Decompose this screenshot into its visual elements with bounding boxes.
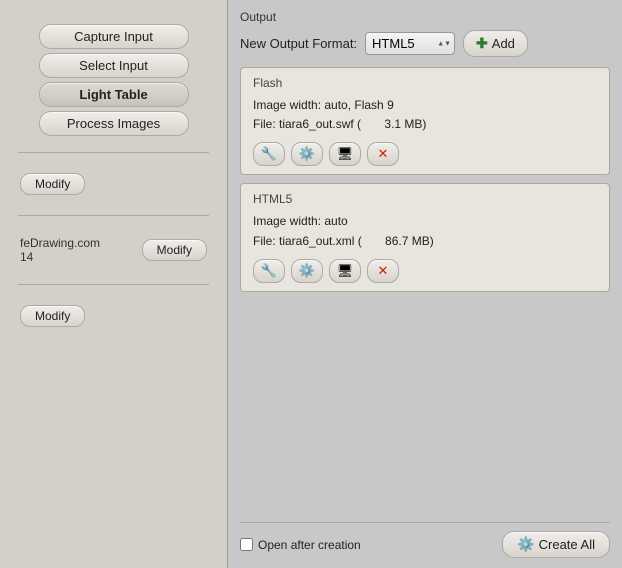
flash-section: Flash Image width: auto, Flash 9 File: t…: [240, 67, 610, 175]
create-icon: ⚙️: [517, 536, 534, 553]
capture-input-button[interactable]: Capture Input: [39, 24, 189, 49]
output-label: Output: [240, 10, 610, 24]
select-input-button[interactable]: Select Input: [39, 53, 189, 78]
flash-image-width: Image width: auto, Flash 9: [253, 96, 597, 115]
divider-2: [18, 215, 209, 216]
divider-3: [18, 284, 209, 285]
flash-file-line: File: tiara6_out.swf ( 3.1 MB): [253, 115, 597, 134]
left-panel: Capture Input Select Input Light Table Proc…: [0, 0, 228, 568]
flash-file-size: 3.1 MB): [384, 117, 426, 131]
format-select-wrapper: HTML5 Flash PDF: [365, 32, 455, 55]
flash-section-title: Flash: [253, 76, 597, 90]
flash-action-buttons: 🔧 ⚙️ 🖥 ✕: [253, 142, 597, 166]
create-all-button[interactable]: ⚙️ Create All: [502, 531, 610, 558]
add-button[interactable]: ✚ Add: [463, 30, 528, 57]
new-output-label: New Output Format:: [240, 36, 357, 51]
html5-file-line: File: tiara6_out.xml ( 86.7 MB): [253, 232, 597, 251]
section-3-row: Modify: [20, 305, 207, 327]
add-icon: ✚: [476, 35, 488, 52]
open-after-label: Open after creation: [258, 538, 361, 552]
new-output-row: New Output Format: HTML5 Flash PDF ✚ Add: [240, 30, 610, 57]
create-all-label: Create All: [539, 537, 595, 552]
html5-gear-button[interactable]: ⚙️: [291, 259, 323, 283]
flash-monitor-button[interactable]: 🖥: [329, 142, 361, 166]
html5-image-width: Image width: auto: [253, 212, 597, 231]
open-after-row: Open after creation: [240, 538, 361, 552]
html5-wrench-button[interactable]: 🔧: [253, 259, 285, 283]
html5-file-text: File: tiara6_out.xml (: [253, 234, 362, 248]
html5-delete-button[interactable]: ✕: [367, 259, 399, 283]
divider-1: [18, 152, 209, 153]
section-1-row: Modify: [20, 173, 207, 195]
add-label: Add: [492, 36, 515, 51]
html5-section-title: HTML5: [253, 192, 597, 206]
flash-wrench-button[interactable]: 🔧: [253, 142, 285, 166]
section-3: Modify: [10, 297, 217, 335]
section-2-row: feDrawing.com14 Modify: [20, 236, 207, 264]
html5-action-buttons: 🔧 ⚙️ 🖥 ✕: [253, 259, 597, 283]
section-2: feDrawing.com14 Modify: [10, 228, 217, 272]
format-select[interactable]: HTML5 Flash PDF: [365, 32, 455, 55]
html5-section: HTML5 Image width: auto File: tiara6_out…: [240, 183, 610, 291]
process-images-button[interactable]: Process Images: [39, 111, 189, 136]
light-table-button[interactable]: Light Table: [39, 82, 189, 107]
open-after-checkbox[interactable]: [240, 538, 253, 551]
flash-file-info: Image width: auto, Flash 9 File: tiara6_…: [253, 96, 597, 134]
flash-delete-button[interactable]: ✕: [367, 142, 399, 166]
modify-button-2[interactable]: Modify: [142, 239, 207, 261]
flash-gear-button[interactable]: ⚙️: [291, 142, 323, 166]
bottom-bar: Open after creation ⚙️ Create All: [240, 522, 610, 558]
flash-file-text: File: tiara6_out.swf (: [253, 117, 361, 131]
modify-button-3[interactable]: Modify: [20, 305, 85, 327]
html5-file-info: Image width: auto File: tiara6_out.xml (…: [253, 212, 597, 250]
html5-monitor-button[interactable]: 🖥: [329, 259, 361, 283]
nav-buttons: Capture Input Select Input Light Table Proc…: [10, 20, 217, 140]
html5-file-size: 86.7 MB): [385, 234, 434, 248]
right-panel: Output New Output Format: HTML5 Flash PD…: [228, 0, 622, 568]
section-1: Modify: [10, 165, 217, 203]
modify-button-1[interactable]: Modify: [20, 173, 85, 195]
section-2-info: feDrawing.com14: [20, 236, 100, 264]
